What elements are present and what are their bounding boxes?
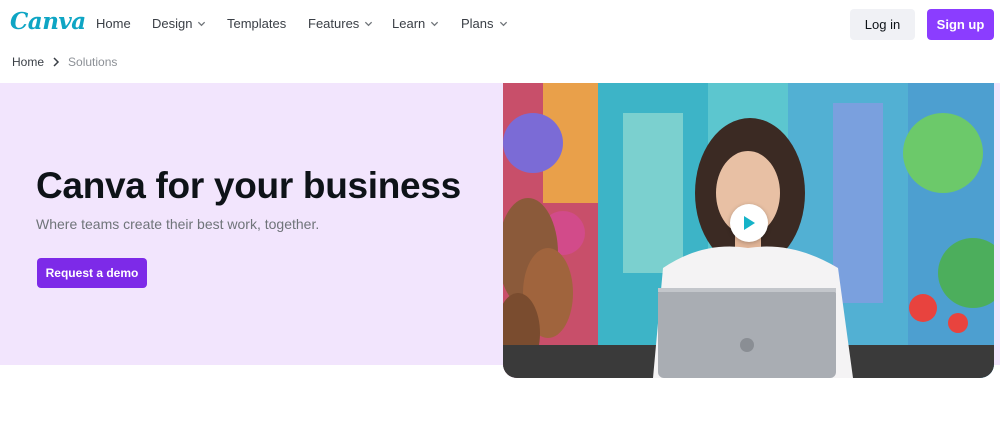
nav-item-learn[interactable]: Learn [392, 16, 439, 31]
nav-item-label: Learn [392, 16, 426, 31]
nav-item-home[interactable]: Home [96, 16, 131, 31]
login-button[interactable]: Log in [850, 9, 915, 40]
breadcrumb-current: Solutions [68, 55, 118, 69]
nav-item-label: Features [308, 16, 360, 31]
nav-item-plans[interactable]: Plans [461, 16, 508, 31]
signup-button[interactable]: Sign up [927, 9, 994, 40]
chevron-down-icon [364, 19, 373, 28]
request-demo-button[interactable]: Request a demo [37, 258, 147, 288]
chevron-down-icon [499, 19, 508, 28]
breadcrumb: Home Solutions [12, 55, 117, 69]
nav-item-design[interactable]: Design [152, 16, 206, 31]
nav-item-label: Home [96, 16, 131, 31]
breadcrumb-home-link[interactable]: Home [12, 55, 44, 69]
play-button[interactable] [730, 204, 768, 242]
hero-title: Canva for your business [36, 165, 461, 206]
nav-item-label: Design [152, 16, 193, 31]
play-icon [742, 215, 756, 231]
chevron-down-icon [197, 19, 206, 28]
nav-item-features[interactable]: Features [308, 16, 373, 31]
nav-item-templates[interactable]: Templates [227, 16, 286, 31]
hero-subtitle: Where teams create their best work, toge… [36, 216, 320, 232]
nav-item-label: Templates [227, 16, 287, 31]
nav-item-label: Plans [461, 16, 494, 31]
chevron-right-icon [52, 57, 60, 67]
chevron-down-icon [430, 19, 439, 28]
canva-logo[interactable]: Canva [10, 8, 86, 35]
top-navigation: Canva Home Design Templates Features Lea… [0, 0, 1000, 48]
hero-video[interactable] [503, 83, 994, 378]
